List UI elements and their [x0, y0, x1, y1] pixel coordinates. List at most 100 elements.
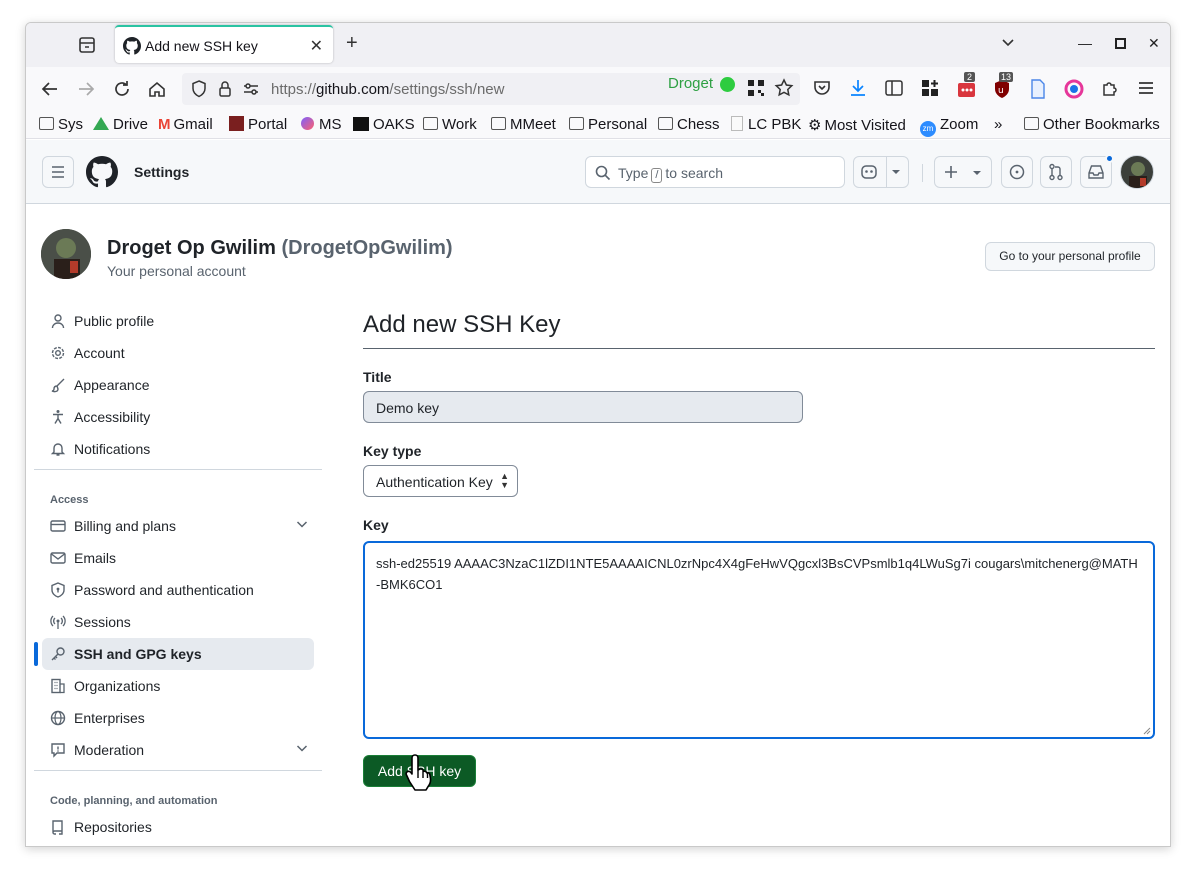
key-label: Key [363, 517, 389, 533]
context-title[interactable]: Settings [134, 164, 189, 180]
issues-button[interactable] [1001, 156, 1033, 188]
title-input[interactable]: Demo key [363, 391, 803, 423]
user-avatar-icon [1129, 162, 1147, 188]
sidebar-item-enterprises[interactable]: Enterprises [34, 702, 324, 734]
ublock-badge-count: 13 [999, 72, 1014, 82]
qr-extension-icon[interactable] [747, 79, 765, 97]
account-subtitle: Your personal account [107, 263, 246, 279]
search-shortcut-key: / [651, 168, 663, 183]
menu-hamburger-icon[interactable] [1137, 80, 1155, 96]
avatar[interactable] [1120, 155, 1154, 189]
key-type-select[interactable]: Authentication Key ▲ ▼ [363, 465, 518, 497]
back-icon[interactable] [40, 79, 60, 99]
hamburger-icon [52, 166, 64, 178]
report-icon [51, 743, 65, 758]
bookmark-work[interactable]: Work [423, 116, 477, 133]
copilot-button[interactable] [853, 156, 909, 188]
bookmark-lc-pbk[interactable]: LC PBK [731, 116, 801, 133]
github-logo-icon[interactable] [86, 156, 118, 188]
active-tab[interactable]: Add new SSH key ✕ [115, 25, 333, 63]
close-window-icon[interactable]: ✕ [1148, 35, 1160, 52]
sidebar-item-public-profile[interactable]: Public profile [34, 305, 324, 337]
pocket-icon[interactable] [813, 79, 831, 97]
forward-icon[interactable] [76, 79, 96, 99]
folder-icon [423, 117, 438, 130]
zoom-icon: zm [920, 121, 936, 137]
bookmark-sys[interactable]: Sys [39, 116, 83, 133]
bookmark-ms[interactable]: MS [301, 116, 342, 133]
bookmark-zoom[interactable]: zm Zoom [920, 116, 978, 137]
bookmark-label: Zoom [940, 116, 979, 133]
chevron-down-icon[interactable] [1000, 35, 1016, 51]
sidebar-item-moderation[interactable]: Moderation [34, 734, 324, 766]
reload-icon[interactable] [112, 79, 132, 99]
document-extension-icon[interactable] [1030, 79, 1046, 99]
puzzle-extensions-icon[interactable] [1101, 79, 1119, 97]
create-new-button[interactable] [934, 156, 992, 188]
sidebar-item-accessibility[interactable]: Accessibility [34, 401, 324, 433]
sidebar-item-billing[interactable]: Billing and plans [34, 510, 324, 542]
person-icon [51, 314, 65, 329]
sidebar-item-appearance[interactable]: Appearance [34, 369, 324, 401]
sidebar-item-repositories[interactable]: Repositories [34, 811, 324, 843]
repo-icon [52, 820, 63, 835]
open-navigation-button[interactable] [42, 156, 74, 188]
permissions-icon[interactable] [243, 82, 259, 96]
shield-icon[interactable] [191, 80, 207, 98]
sidebar-item-account[interactable]: Account [34, 337, 324, 369]
maximize-icon[interactable] [1115, 38, 1126, 49]
lock-icon[interactable] [218, 80, 232, 98]
resize-grip-icon[interactable] [1143, 727, 1151, 735]
page-icon [731, 116, 743, 131]
bookmarks-overflow-icon[interactable]: » [994, 116, 1002, 133]
ublock-icon[interactable]: u [993, 79, 1011, 99]
url-text[interactable]: https://github.com/settings/ssh/new [271, 81, 504, 98]
key-textarea[interactable]: ssh-ed25519 AAAAC3NzaC1lZDI1NTE5AAAAICNL… [363, 541, 1155, 739]
chevron-down-icon[interactable] [294, 516, 310, 532]
bookmark-oaks[interactable]: OAKS [353, 116, 415, 133]
bookmark-label: Portal [248, 116, 288, 133]
bookmark-gmail[interactable]: M Gmail [158, 116, 213, 133]
go-to-profile-button[interactable]: Go to your personal profile [985, 242, 1155, 271]
github-favicon-icon [123, 37, 141, 55]
bookmark-star-icon[interactable] [774, 78, 794, 98]
settings-content: Droget Op Gwilim (DrogetOpGwilim) Your p… [26, 205, 1170, 846]
firefox-view-icon[interactable] [76, 34, 98, 56]
sidebar-icon[interactable] [885, 79, 903, 97]
page-title: Add new SSH Key [363, 305, 1155, 349]
status-dot-icon [720, 77, 735, 92]
organization-icon [51, 678, 65, 694]
downloads-icon[interactable] [849, 78, 867, 98]
login-name[interactable]: (DrogetOpGwilim) [281, 237, 452, 259]
sidebar-item-notifications[interactable]: Notifications [34, 433, 324, 465]
sidebar-item-ssh-gpg-keys[interactable]: SSH and GPG keys [42, 638, 314, 670]
search-icon [595, 165, 611, 181]
pull-requests-button[interactable] [1040, 156, 1072, 188]
close-tab-icon[interactable]: ✕ [310, 36, 323, 56]
bookmark-personal[interactable]: Personal [569, 116, 647, 133]
bookmark-chess[interactable]: Chess [658, 116, 720, 133]
search-input[interactable]: Type / to search [585, 156, 845, 188]
sidebar-item-label: Moderation [74, 742, 145, 758]
home-icon[interactable] [147, 79, 167, 99]
extension-badge-label[interactable]: Droget [668, 75, 713, 92]
sidebar-item-organizations[interactable]: Organizations [34, 670, 324, 702]
minimize-icon[interactable]: — [1078, 35, 1092, 51]
triangle-down-icon [973, 171, 981, 175]
gear-icon: ⚙ [808, 117, 822, 134]
sidebar-item-sessions[interactable]: Sessions [34, 606, 324, 638]
bookmark-most-visited[interactable]: ⚙ Most Visited [808, 116, 906, 134]
bookmark-mmeet[interactable]: MMeet [491, 116, 556, 133]
bookmark-portal[interactable]: Portal [229, 116, 287, 133]
extensions-grid-icon[interactable] [921, 79, 939, 97]
chevron-down-icon[interactable] [294, 740, 310, 756]
new-tab-icon[interactable]: + [346, 33, 358, 53]
extension-red-icon[interactable] [957, 79, 977, 99]
inbox-button[interactable] [1080, 154, 1114, 188]
color-picker-icon[interactable] [1064, 79, 1084, 99]
sidebar-heading-access: Access [50, 494, 89, 506]
bookmark-drive[interactable]: Drive [93, 116, 148, 133]
sidebar-item-emails[interactable]: Emails [34, 542, 324, 574]
bookmark-other-bookmarks[interactable]: Other Bookmarks [1024, 116, 1160, 133]
sidebar-item-password-authentication[interactable]: Password and authentication [34, 574, 324, 606]
